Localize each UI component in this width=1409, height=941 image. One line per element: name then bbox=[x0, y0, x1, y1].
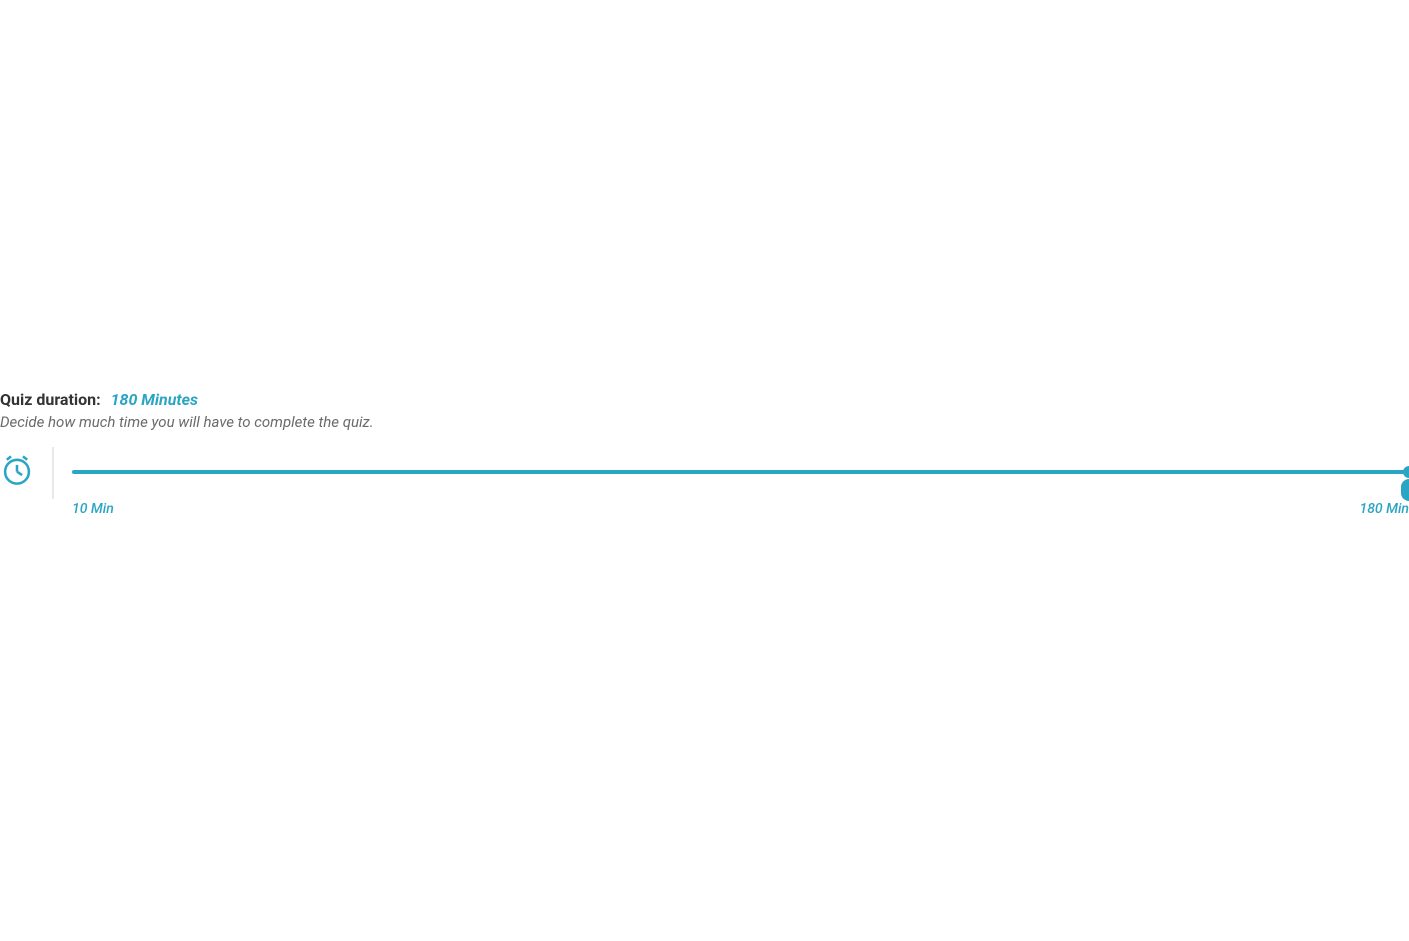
duration-description: Decide how much time you will have to co… bbox=[0, 413, 1409, 431]
slider-row: 10 Min 180 Min bbox=[0, 459, 1409, 517]
duration-value: 180 Minutes bbox=[111, 390, 198, 409]
clock-icon bbox=[0, 453, 34, 487]
slider-tooltip bbox=[1401, 479, 1409, 501]
slider-max-label: 180 Min bbox=[1360, 501, 1409, 517]
quiz-duration-section: Quiz duration: 180 Minutes Decide how mu… bbox=[0, 390, 1409, 517]
duration-slider[interactable] bbox=[72, 465, 1409, 479]
slider-divider bbox=[52, 447, 54, 499]
slider-min-label: 10 Min bbox=[72, 501, 114, 517]
duration-slider-container: 10 Min 180 Min bbox=[72, 459, 1409, 517]
slider-labels: 10 Min 180 Min bbox=[72, 501, 1409, 517]
duration-header: Quiz duration: 180 Minutes bbox=[0, 390, 1409, 409]
slider-track bbox=[72, 470, 1409, 474]
slider-thumb[interactable] bbox=[1403, 466, 1409, 478]
duration-label: Quiz duration: bbox=[0, 390, 101, 409]
